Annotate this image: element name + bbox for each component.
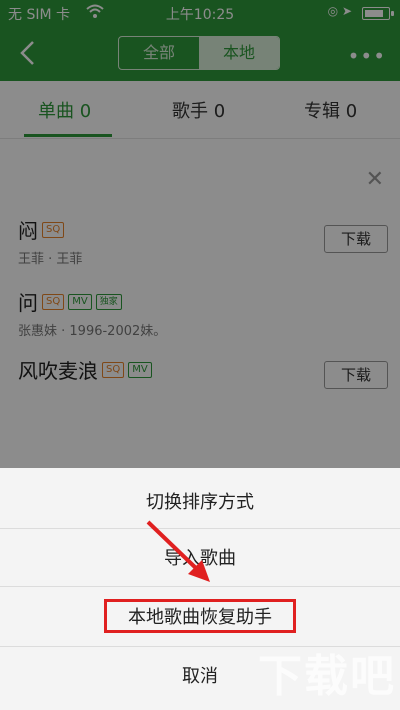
local-song-recovery-option[interactable]: 本地歌曲恢复助手 (0, 603, 400, 629)
red-arrow-icon (140, 518, 220, 588)
sort-option[interactable]: 切换排序方式 (0, 488, 400, 514)
watermark-logo: 下载吧 (258, 651, 396, 702)
